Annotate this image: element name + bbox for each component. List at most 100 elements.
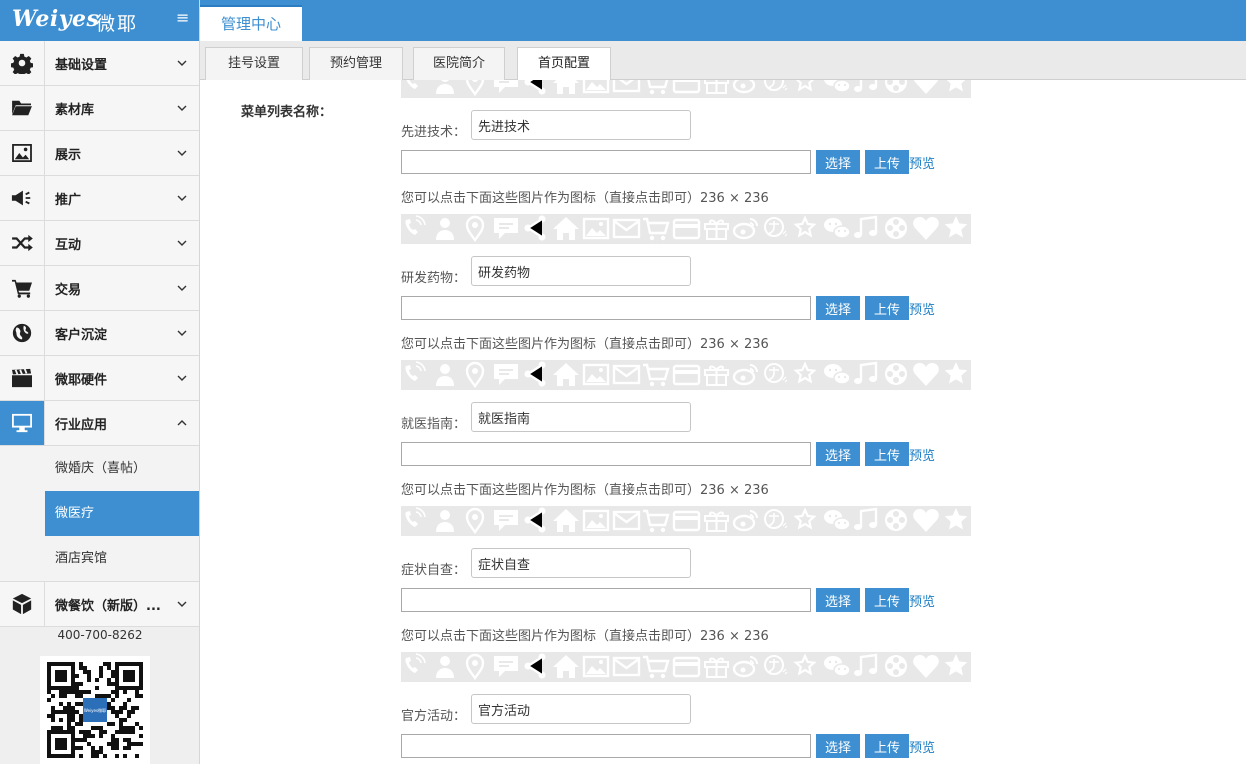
phone-icon[interactable] — [405, 361, 426, 381]
sidebar-subitem-wedding[interactable]: 微婚庆（喜帖） — [0, 446, 199, 491]
share-icon[interactable] — [524, 215, 546, 241]
entry-name-input-advanced-tech[interactable] — [471, 110, 691, 140]
tab-appointment-management[interactable]: 预约管理 — [309, 47, 403, 80]
home-icon[interactable] — [553, 217, 579, 240]
sidebar-item-promotion[interactable]: 推广 — [0, 176, 199, 221]
sidebar-subitem-medical[interactable]: 微医疗 — [0, 491, 199, 536]
sidebar-item-industry-apps[interactable]: 行业应用 — [0, 401, 199, 446]
pin-icon[interactable] — [465, 215, 485, 243]
wechat-icon[interactable] — [824, 80, 851, 93]
sidebar-item-trade[interactable]: 交易 — [0, 266, 199, 311]
mail-icon[interactable] — [612, 218, 641, 239]
sidebar-item-hardware[interactable]: 微耶硬件 — [0, 356, 199, 401]
star-o-icon[interactable] — [793, 361, 817, 384]
user-icon[interactable] — [436, 80, 454, 94]
preview-link[interactable]: 预览 — [909, 445, 935, 464]
weibo-icon[interactable] — [732, 218, 758, 240]
star-icon[interactable] — [944, 508, 968, 530]
mail-icon[interactable] — [612, 80, 641, 93]
preview-link[interactable]: 预览 — [909, 153, 935, 172]
entry-name-input-medical-guide[interactable] — [471, 402, 691, 432]
star-o-icon[interactable] — [793, 215, 817, 238]
weibo-icon[interactable] — [732, 510, 758, 532]
home-icon[interactable] — [553, 80, 579, 94]
entry-name-input-rd-drugs[interactable] — [471, 256, 691, 286]
home-icon[interactable] — [553, 363, 579, 386]
chat-icon[interactable] — [494, 364, 518, 385]
star-o-icon[interactable] — [793, 653, 817, 676]
card-icon[interactable] — [672, 510, 701, 532]
preview-link[interactable]: 预览 — [909, 737, 935, 756]
music-icon[interactable] — [854, 80, 878, 92]
tab-registration-settings[interactable]: 挂号设置 — [205, 47, 303, 80]
icon-path-input-medical-guide[interactable] — [401, 442, 811, 466]
entry-name-input-official-events[interactable] — [471, 694, 691, 724]
card-icon[interactable] — [672, 364, 701, 386]
weibo-icon[interactable] — [732, 656, 758, 678]
choose-button[interactable]: 选择 — [816, 296, 860, 320]
home-icon[interactable] — [553, 655, 579, 678]
preview-link[interactable]: 预览 — [909, 299, 935, 318]
icon-path-input-official-events[interactable] — [401, 734, 811, 758]
share-icon[interactable] — [524, 80, 546, 95]
preview-link[interactable]: 预览 — [909, 591, 935, 610]
gift-icon[interactable] — [704, 219, 729, 240]
film-icon[interactable] — [885, 217, 907, 239]
card-icon[interactable] — [672, 218, 701, 240]
pin-icon[interactable] — [465, 361, 485, 389]
upload-button[interactable]: 上传 — [865, 588, 909, 612]
choose-button[interactable]: 选择 — [816, 150, 860, 174]
cart-icon[interactable] — [643, 363, 670, 387]
phone-icon[interactable] — [405, 653, 426, 673]
choose-button[interactable]: 选择 — [816, 442, 860, 466]
phone-icon[interactable] — [405, 215, 426, 235]
film-icon[interactable] — [885, 655, 907, 677]
sidebar-item-material-library[interactable]: 素材库 — [0, 86, 199, 131]
gift-icon[interactable] — [704, 365, 729, 386]
star-icon[interactable] — [944, 216, 968, 238]
chat-icon[interactable] — [494, 218, 518, 239]
sidebar-item-interaction[interactable]: 互动 — [0, 221, 199, 266]
home-icon[interactable] — [553, 509, 579, 532]
user-icon[interactable] — [436, 218, 454, 240]
icon-path-input-advanced-tech[interactable] — [401, 150, 811, 174]
film-icon[interactable] — [885, 80, 907, 93]
heart-icon[interactable] — [913, 509, 939, 532]
star-o-icon[interactable] — [795, 80, 815, 92]
picture-icon[interactable] — [582, 655, 610, 678]
gift-icon[interactable] — [704, 511, 729, 532]
sidebar-item-basic-settings[interactable]: 基础设置 — [0, 41, 199, 86]
card-icon[interactable] — [672, 80, 701, 94]
picture-icon[interactable] — [582, 363, 610, 386]
user-icon[interactable] — [436, 510, 454, 532]
phone-icon[interactable] — [405, 507, 426, 527]
chat-icon[interactable] — [494, 80, 518, 93]
heart-icon[interactable] — [913, 217, 939, 240]
pin-icon[interactable] — [465, 80, 485, 97]
wechat-icon[interactable] — [824, 510, 851, 531]
sidebar-subitem-hotel[interactable]: 酒店宾馆 — [0, 536, 199, 581]
star-icon[interactable] — [945, 80, 968, 92]
share-icon[interactable] — [524, 507, 546, 533]
music-icon[interactable] — [854, 507, 878, 530]
wechat-icon[interactable] — [824, 656, 851, 677]
phone-icon[interactable] — [405, 80, 425, 89]
star-icon[interactable] — [944, 362, 968, 384]
gift-icon[interactable] — [704, 80, 729, 94]
choose-button[interactable]: 选择 — [816, 734, 860, 758]
star-o-icon[interactable] — [793, 507, 817, 530]
upload-button[interactable]: 上传 — [865, 734, 909, 758]
picture-icon[interactable] — [582, 80, 610, 94]
icon-path-input-symptom-check[interactable] — [401, 588, 811, 612]
cart-icon[interactable] — [643, 655, 670, 679]
film-icon[interactable] — [885, 363, 907, 385]
mail-icon[interactable] — [612, 364, 641, 385]
upload-button[interactable]: 上传 — [865, 150, 909, 174]
chat-icon[interactable] — [494, 510, 518, 531]
music-icon[interactable] — [854, 653, 878, 676]
user-icon[interactable] — [436, 656, 454, 678]
alipay-icon[interactable] — [764, 217, 788, 237]
pin-icon[interactable] — [465, 507, 485, 535]
mail-icon[interactable] — [612, 510, 641, 531]
menu-toggle-icon[interactable]: ≡ — [176, 10, 189, 26]
